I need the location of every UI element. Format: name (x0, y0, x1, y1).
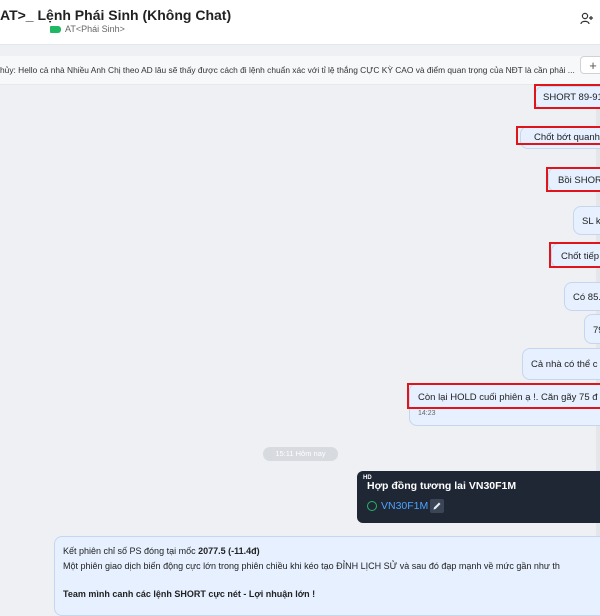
members-icon[interactable] (580, 12, 594, 26)
channel-tag-label: AT<Phái Sinh> (65, 24, 125, 34)
message-text: Có 85. (573, 292, 600, 303)
card-symbol: VN30F1M (381, 500, 429, 512)
summary-close-value: 2077.5 (-11.4đ) (198, 546, 260, 556)
message-bubble: SL k (573, 206, 600, 235)
edit-icon[interactable] (430, 499, 444, 513)
message-bubble: Có 85. (564, 282, 600, 311)
summary-message: Kết phiên chỉ số PS đóng tại mốc 2077.5 … (54, 536, 600, 616)
highlight-box (407, 383, 600, 409)
message-text: 79 (593, 325, 600, 336)
summary-line2: Một phiên giao dịch biến động cực lớn tr… (63, 561, 560, 571)
card-title: Hợp đồng tương lai VN30F1M (367, 480, 517, 492)
pin-add-button[interactable]: + (580, 56, 600, 74)
message-bubble: 79 (584, 314, 600, 344)
message-time: 14:23 (418, 410, 436, 417)
channel-title: AT>_ Lệnh Phái Sinh (Không Chat) (0, 7, 232, 23)
highlight-box (549, 242, 600, 268)
message-text: Cả nhà có thể c (531, 359, 598, 370)
symbol-icon (367, 501, 377, 511)
card-symbol-link[interactable]: VN30F1M (367, 500, 428, 512)
highlight-box (546, 167, 600, 192)
channel-tag[interactable]: AT<Phái Sinh> (50, 24, 125, 34)
message-text: SL k (582, 216, 600, 227)
contract-card[interactable]: HD Hợp đồng tương lai VN30F1M VN30F1M (357, 471, 600, 523)
summary-line3: Team mình canh các lệnh SHORT cực nét - … (63, 589, 316, 599)
pinned-message-text[interactable]: hủy: Hello cả nhà Nhiều Anh Chị theo AD … (0, 65, 575, 75)
date-divider: 15:11 Hôm nay (263, 447, 338, 461)
highlight-box (534, 84, 600, 109)
message-bubble: Cả nhà có thể c (522, 348, 600, 380)
highlight-box (516, 126, 600, 145)
summary-line1-prefix: Kết phiên chỉ số PS đóng tại mốc (63, 546, 199, 556)
summary-line1: Kết phiên chỉ số PS đóng tại mốc 2077.5 … (63, 546, 260, 556)
tag-icon (50, 25, 61, 33)
